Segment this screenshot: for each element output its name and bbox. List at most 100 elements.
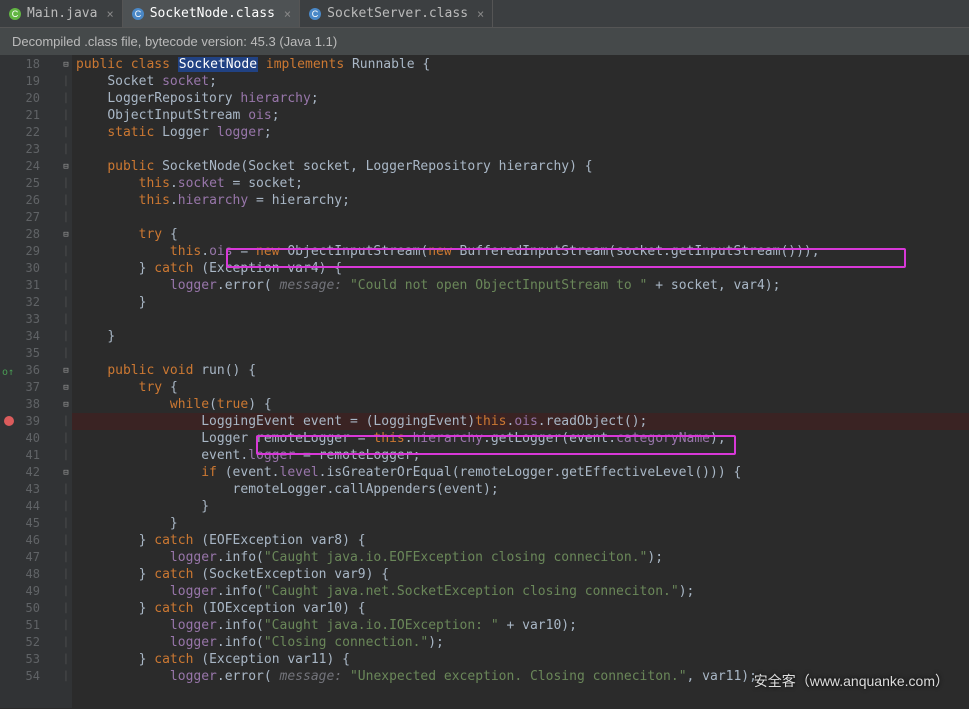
line-number[interactable]: 18 bbox=[0, 56, 60, 73]
code-line[interactable]: Socket socket; bbox=[72, 73, 969, 90]
code-line[interactable]: logger.info("Caught java.net.SocketExcep… bbox=[72, 583, 969, 600]
line-number[interactable]: 47 bbox=[0, 549, 60, 566]
code-line[interactable] bbox=[72, 345, 969, 362]
line-number[interactable]: 40 bbox=[0, 430, 60, 447]
line-number[interactable]: 29 bbox=[0, 243, 60, 260]
code-line[interactable]: try { bbox=[72, 379, 969, 396]
line-number[interactable]: 19 bbox=[0, 73, 60, 90]
line-number[interactable]: 39 bbox=[0, 413, 60, 430]
code-line[interactable]: } bbox=[72, 498, 969, 515]
code-line[interactable]: Logger remoteLogger = this.hierarchy.get… bbox=[72, 430, 969, 447]
line-number[interactable]: 33 bbox=[0, 311, 60, 328]
line-number[interactable]: 25 bbox=[0, 175, 60, 192]
fold-toggle-icon[interactable] bbox=[60, 379, 72, 396]
line-number[interactable]: 24 bbox=[0, 158, 60, 175]
fold-toggle-icon[interactable] bbox=[60, 158, 72, 175]
fold-toggle-icon[interactable] bbox=[60, 464, 72, 481]
code-line[interactable]: this.hierarchy = hierarchy; bbox=[72, 192, 969, 209]
line-number[interactable]: 50 bbox=[0, 600, 60, 617]
code-line[interactable]: static Logger logger; bbox=[72, 124, 969, 141]
line-number[interactable]: 34 bbox=[0, 328, 60, 345]
code-line[interactable] bbox=[72, 311, 969, 328]
fold-guide bbox=[60, 90, 72, 107]
fold-toggle-icon[interactable] bbox=[60, 396, 72, 413]
tab-socketnode-class[interactable]: CSocketNode.class× bbox=[123, 0, 300, 27]
code-line[interactable]: event.logger = remoteLogger; bbox=[72, 447, 969, 464]
code-line[interactable]: public class SocketNode implements Runna… bbox=[72, 56, 969, 73]
close-icon[interactable]: × bbox=[280, 7, 291, 21]
code-line[interactable]: this.ois = new ObjectInputStream(new Buf… bbox=[72, 243, 969, 260]
close-icon[interactable]: × bbox=[102, 7, 113, 21]
code-line[interactable]: if (event.level.isGreaterOrEqual(remoteL… bbox=[72, 464, 969, 481]
code-line[interactable]: } catch (IOException var10) { bbox=[72, 600, 969, 617]
line-number[interactable]: 32 bbox=[0, 294, 60, 311]
line-number[interactable]: 22 bbox=[0, 124, 60, 141]
line-number[interactable]: 48 bbox=[0, 566, 60, 583]
line-number[interactable]: 38 bbox=[0, 396, 60, 413]
line-number[interactable]: 52 bbox=[0, 634, 60, 651]
fold-guide bbox=[60, 515, 72, 532]
line-number[interactable]: 44 bbox=[0, 498, 60, 515]
line-number[interactable]: 46 bbox=[0, 532, 60, 549]
close-icon[interactable]: × bbox=[473, 7, 484, 21]
line-number[interactable]: 37 bbox=[0, 379, 60, 396]
line-number[interactable]: 20 bbox=[0, 90, 60, 107]
tab-socketserver-class[interactable]: CSocketServer.class× bbox=[300, 0, 493, 27]
line-number[interactable]: 26 bbox=[0, 192, 60, 209]
code-line[interactable]: } catch (SocketException var9) { bbox=[72, 566, 969, 583]
code-line[interactable]: try { bbox=[72, 226, 969, 243]
code-line[interactable]: } catch (Exception var4) { bbox=[72, 260, 969, 277]
line-number[interactable]: 51 bbox=[0, 617, 60, 634]
line-number-gutter[interactable]: 181920212223242526272829303132333435o↑36… bbox=[0, 55, 60, 708]
line-number[interactable]: 28 bbox=[0, 226, 60, 243]
line-number[interactable]: o↑36 bbox=[0, 362, 60, 379]
line-number[interactable]: 43 bbox=[0, 481, 60, 498]
fold-guide bbox=[60, 243, 72, 260]
code-line[interactable]: } bbox=[72, 515, 969, 532]
line-number[interactable]: 35 bbox=[0, 345, 60, 362]
line-number[interactable]: 49 bbox=[0, 583, 60, 600]
line-number[interactable]: 45 bbox=[0, 515, 60, 532]
code-line[interactable]: public SocketNode(Socket socket, LoggerR… bbox=[72, 158, 969, 175]
line-number[interactable]: 31 bbox=[0, 277, 60, 294]
code-area[interactable]: public class SocketNode implements Runna… bbox=[72, 55, 969, 708]
line-number[interactable]: 27 bbox=[0, 209, 60, 226]
code-line[interactable]: } catch (Exception var11) { bbox=[72, 651, 969, 668]
code-line[interactable]: LoggerRepository hierarchy; bbox=[72, 90, 969, 107]
line-number[interactable]: 23 bbox=[0, 141, 60, 158]
fold-toggle-icon[interactable] bbox=[60, 226, 72, 243]
fold-toggle-icon[interactable] bbox=[60, 362, 72, 379]
code-line[interactable]: } bbox=[72, 328, 969, 345]
code-line[interactable]: } bbox=[72, 294, 969, 311]
svg-text:C: C bbox=[134, 9, 141, 19]
code-line[interactable]: } catch (EOFException var8) { bbox=[72, 532, 969, 549]
code-line[interactable]: logger.info("Caught java.io.EOFException… bbox=[72, 549, 969, 566]
tab-main-java[interactable]: CMain.java× bbox=[0, 0, 123, 27]
fold-guide bbox=[60, 124, 72, 141]
fold-toggle-icon[interactable] bbox=[60, 56, 72, 73]
fold-column[interactable] bbox=[60, 55, 72, 708]
code-line[interactable]: remoteLogger.callAppenders(event); bbox=[72, 481, 969, 498]
code-line[interactable]: logger.info("Closing connection."); bbox=[72, 634, 969, 651]
decompiled-banner: Decompiled .class file, bytecode version… bbox=[0, 28, 969, 55]
code-line[interactable]: logger.info("Caught java.io.IOException:… bbox=[72, 617, 969, 634]
line-number[interactable]: 30 bbox=[0, 260, 60, 277]
code-line[interactable]: logger.error( message: "Could not open O… bbox=[72, 277, 969, 294]
code-line[interactable] bbox=[72, 209, 969, 226]
fold-guide bbox=[60, 617, 72, 634]
fold-guide bbox=[60, 260, 72, 277]
line-number[interactable]: 54 bbox=[0, 668, 60, 685]
code-line[interactable]: ObjectInputStream ois; bbox=[72, 107, 969, 124]
code-line[interactable]: public void run() { bbox=[72, 362, 969, 379]
code-line[interactable]: LoggingEvent event = (LoggingEvent)this.… bbox=[72, 413, 969, 430]
code-line[interactable]: while(true) { bbox=[72, 396, 969, 413]
fold-guide bbox=[60, 447, 72, 464]
fold-guide bbox=[60, 277, 72, 294]
code-line[interactable] bbox=[72, 141, 969, 158]
code-line[interactable]: this.socket = socket; bbox=[72, 175, 969, 192]
line-number[interactable]: 42 bbox=[0, 464, 60, 481]
line-number[interactable]: 41 bbox=[0, 447, 60, 464]
fold-guide bbox=[60, 498, 72, 515]
line-number[interactable]: 53 bbox=[0, 651, 60, 668]
line-number[interactable]: 21 bbox=[0, 107, 60, 124]
